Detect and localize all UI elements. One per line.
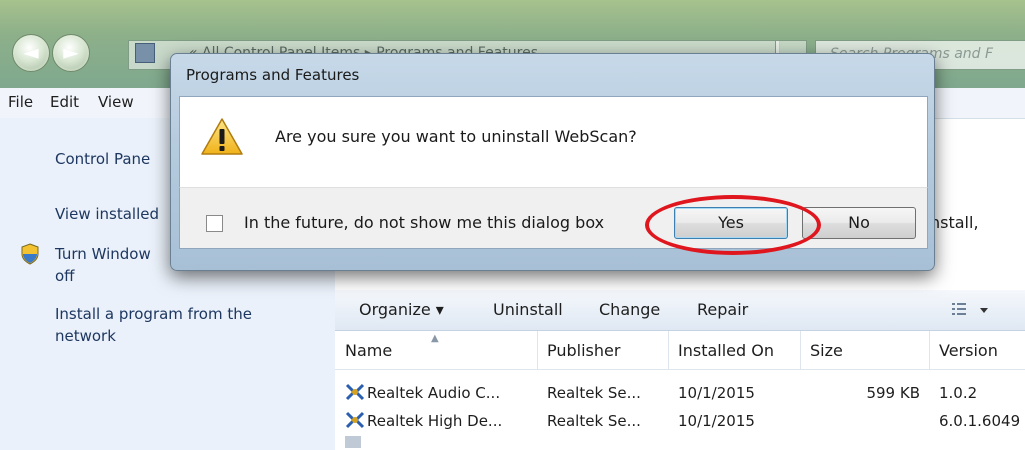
realtek-program-icon: [345, 382, 365, 402]
view-installed-updates-link[interactable]: View installed: [55, 203, 159, 225]
repair-button[interactable]: Repair: [697, 300, 748, 319]
program-installed-on: 10/1/2015: [678, 412, 755, 430]
column-header-size[interactable]: Size: [810, 341, 843, 360]
shield-icon: [20, 243, 40, 265]
column-header-name[interactable]: Name: [345, 341, 392, 360]
program-name: Realtek High De...: [367, 412, 503, 430]
uninstall-confirmation-dialog: Programs and Features Are you sure you w…: [170, 53, 935, 271]
dialog-title: Programs and Features: [186, 66, 360, 84]
menu-file[interactable]: File: [8, 93, 33, 111]
view-options-icon[interactable]: [952, 301, 992, 319]
column-divider[interactable]: [537, 331, 538, 369]
column-header-version[interactable]: Version: [939, 341, 998, 360]
control-panel-icon: [135, 43, 155, 63]
dont-show-again-checkbox[interactable]: [206, 215, 223, 232]
program-version: 6.0.1.6049: [939, 412, 1021, 430]
menu-edit[interactable]: Edit: [50, 93, 79, 111]
uninstall-instruction-text: nstall,: [930, 213, 979, 232]
program-version: 1.0.2: [939, 384, 978, 402]
back-button[interactable]: ◄: [12, 34, 50, 72]
warning-icon: [200, 117, 244, 157]
uninstall-button[interactable]: Uninstall: [493, 300, 563, 319]
red-annotation-ellipse: [645, 195, 821, 255]
dialog-message: Are you sure you want to uninstall WebSc…: [275, 127, 637, 146]
dialog-footer: In the future, do not show me this dialo…: [179, 187, 928, 255]
dialog-body: Are you sure you want to uninstall WebSc…: [179, 96, 928, 187]
column-divider[interactable]: [668, 331, 669, 369]
forward-arrow-icon: ►: [63, 40, 79, 64]
install-from-network-link[interactable]: Install a program from the: [55, 303, 252, 325]
column-divider[interactable]: [800, 331, 801, 369]
table-row[interactable]: Realtek High De... Realtek Se... 10/1/20…: [335, 408, 1025, 434]
program-size: 599 KB: [866, 384, 920, 402]
command-bar: Organize ▾ Uninstall Change Repair: [335, 290, 1025, 331]
table-row[interactable]: Realtek Audio C... Realtek Se... 10/1/20…: [335, 380, 1025, 406]
dont-show-again-label[interactable]: In the future, do not show me this dialo…: [244, 213, 604, 232]
realtek-program-icon: [345, 410, 365, 430]
turn-windows-features-link-line2[interactable]: off: [55, 265, 75, 287]
turn-windows-features-link[interactable]: Turn Window: [55, 243, 151, 265]
program-publisher: Realtek Se...: [547, 412, 641, 430]
column-header-publisher[interactable]: Publisher: [547, 341, 620, 360]
program-publisher: Realtek Se...: [547, 384, 641, 402]
organize-button[interactable]: Organize ▾: [359, 300, 444, 319]
install-from-network-link-line2[interactable]: network: [55, 325, 116, 347]
back-arrow-icon: ◄: [23, 40, 39, 64]
column-header-installed-on[interactable]: Installed On: [678, 341, 774, 360]
column-divider[interactable]: [929, 331, 930, 369]
program-installed-on: 10/1/2015: [678, 384, 755, 402]
partial-program-icon: [345, 436, 361, 448]
control-panel-home-link[interactable]: Control Pane: [55, 148, 150, 170]
sort-ascending-icon: ▲: [431, 333, 439, 344]
change-button[interactable]: Change: [599, 300, 660, 319]
menu-view[interactable]: View: [98, 93, 134, 111]
forward-button[interactable]: ►: [52, 34, 90, 72]
program-name: Realtek Audio C...: [367, 384, 501, 402]
column-header-row: ▲ Name Publisher Installed On Size Versi…: [335, 331, 1025, 370]
